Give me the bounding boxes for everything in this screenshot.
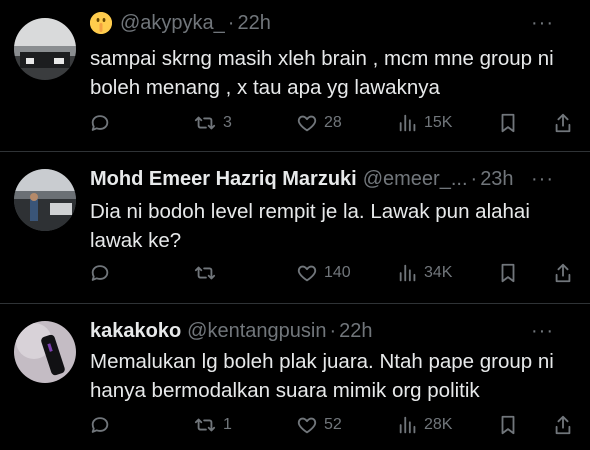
like-count: 140 xyxy=(324,264,351,281)
more-options-icon[interactable]: ··· xyxy=(531,318,554,344)
avatar-image xyxy=(14,18,76,80)
display-name[interactable]: Mohd Emeer Hazriq Marzuki xyxy=(90,166,357,192)
tweet-text: Memalukan lg boleh plak juara. Ntah pape… xyxy=(90,350,554,402)
tweet-header: kakakoko @kentangpusin · 22h ··· xyxy=(90,318,570,344)
tweet-text: Dia ni bodoh level rempit je la. Lawak p… xyxy=(90,200,530,252)
bookmark-button[interactable] xyxy=(499,110,517,136)
tweet-actions: 3 28 15K xyxy=(0,110,590,136)
share-icon xyxy=(555,263,571,283)
views-bar-chart-icon xyxy=(399,114,416,132)
retweet-button[interactable] xyxy=(193,260,223,286)
avatar[interactable] xyxy=(14,169,76,231)
reply-button[interactable] xyxy=(89,260,117,286)
more-options-icon[interactable]: ··· xyxy=(531,166,554,192)
like-button[interactable]: 28 xyxy=(296,110,342,136)
views-button[interactable]: 34K xyxy=(398,260,452,286)
user-handle[interactable]: @akypyka_ xyxy=(120,10,225,36)
bookmark-icon xyxy=(501,113,515,133)
tweet-header: @akypyka_ · 22h ··· xyxy=(90,10,570,36)
separator-dot: · xyxy=(329,320,337,342)
retweet-icon xyxy=(194,266,216,280)
separator-dot: · xyxy=(227,12,235,34)
display-name[interactable]: kakakoko xyxy=(90,318,181,344)
view-count: 28K xyxy=(424,416,453,433)
heart-icon xyxy=(297,417,317,434)
share-button[interactable] xyxy=(553,260,573,286)
reply-icon xyxy=(91,417,109,433)
avatar[interactable] xyxy=(14,321,76,383)
heart-icon xyxy=(297,265,317,282)
share-icon xyxy=(555,113,571,133)
tweet[interactable]: kakakoko @kentangpusin · 22h ··· Memaluk… xyxy=(0,304,590,450)
retweet-icon xyxy=(194,418,216,432)
heart-icon xyxy=(297,115,317,132)
timestamp[interactable]: 22h xyxy=(339,318,372,344)
tweet[interactable]: @akypyka_ · 22h ··· sampai skrng masih x… xyxy=(0,0,590,150)
user-handle[interactable]: @kentangpusin xyxy=(187,318,326,344)
retweet-icon xyxy=(194,116,216,130)
like-button[interactable]: 140 xyxy=(296,260,351,286)
reply-icon xyxy=(91,115,109,131)
reply-button[interactable] xyxy=(89,412,117,438)
views-bar-chart-icon xyxy=(399,416,416,434)
shushing-face-emoji-icon xyxy=(90,12,112,34)
timestamp[interactable]: 22h xyxy=(237,10,270,36)
share-button[interactable] xyxy=(553,412,573,438)
share-icon xyxy=(555,415,571,435)
tweet-text: sampai skrng masih xleh brain , mcm mne … xyxy=(90,47,554,99)
views-button[interactable]: 15K xyxy=(398,110,452,136)
view-count: 15K xyxy=(424,114,453,131)
avatar-image xyxy=(14,321,76,383)
retweet-button[interactable]: 1 xyxy=(193,412,232,438)
reply-button[interactable] xyxy=(89,110,117,136)
bookmark-button[interactable] xyxy=(499,260,517,286)
avatar-image xyxy=(14,169,76,231)
views-button[interactable]: 28K xyxy=(398,412,452,438)
separator-dot: · xyxy=(470,168,478,190)
tweet-actions: 1 52 28K xyxy=(0,412,590,438)
avatar[interactable] xyxy=(14,18,76,80)
views-bar-chart-icon xyxy=(399,264,416,282)
bookmark-button[interactable] xyxy=(499,412,517,438)
reply-icon xyxy=(91,265,109,281)
retweet-button[interactable]: 3 xyxy=(193,110,232,136)
share-button[interactable] xyxy=(553,110,573,136)
tweet[interactable]: Mohd Emeer Hazriq Marzuki @emeer_... · 2… xyxy=(0,152,590,302)
tweet-header: Mohd Emeer Hazriq Marzuki @emeer_... · 2… xyxy=(90,166,570,192)
tweet-feed: @akypyka_ · 22h ··· sampai skrng masih x… xyxy=(0,0,590,450)
tweet-actions: 140 34K xyxy=(0,260,590,286)
timestamp[interactable]: 23h xyxy=(480,166,513,192)
like-count: 28 xyxy=(324,114,342,131)
user-handle[interactable]: @emeer_... xyxy=(363,166,468,192)
view-count: 34K xyxy=(424,264,453,281)
like-button[interactable]: 52 xyxy=(296,412,342,438)
retweet-count: 1 xyxy=(223,416,232,433)
like-count: 52 xyxy=(324,416,342,433)
retweet-count: 3 xyxy=(223,114,232,131)
bookmark-icon xyxy=(501,263,515,283)
more-options-icon[interactable]: ··· xyxy=(531,10,554,36)
bookmark-icon xyxy=(501,415,515,435)
